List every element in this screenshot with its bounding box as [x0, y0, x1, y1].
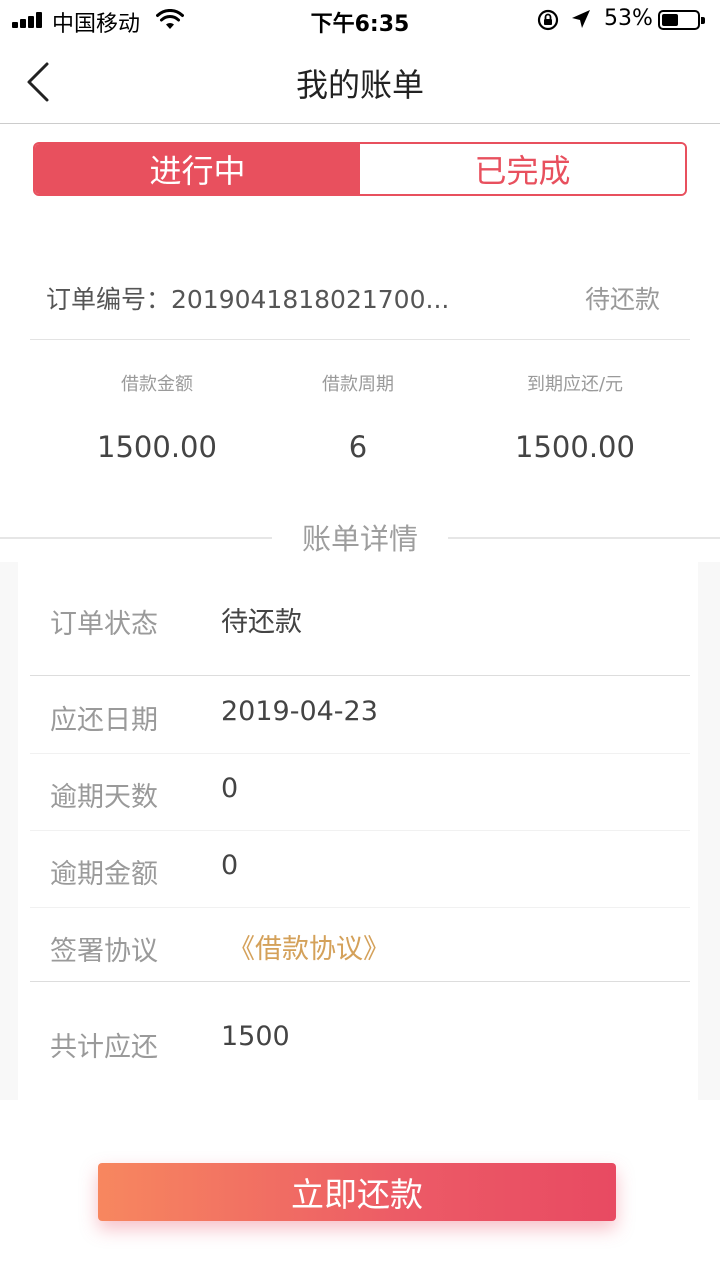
divider	[30, 830, 690, 831]
detail-section-header: 账单详情	[0, 514, 720, 560]
stat-value: 6	[348, 430, 368, 464]
repay-now-button[interactable]: 立即还款	[98, 1163, 616, 1221]
detail-key: 逾期天数	[50, 782, 158, 813]
bill-detail-list: 订单状态 待还款 应还日期 2019-04-23 逾期天数 0 逾期金额 0 签…	[18, 562, 698, 1100]
divider	[30, 753, 690, 754]
order-header: 订单编号：2019041818021700... 待还款	[30, 262, 690, 340]
order-status-badge: 待还款	[584, 285, 660, 314]
divider	[30, 675, 690, 676]
detail-value: 1500	[221, 1021, 290, 1052]
loan-agreement-link[interactable]: 《借款协议》	[228, 927, 390, 966]
stat-due-amount: 到期应还/元 1500.00	[455, 370, 695, 464]
stat-label: 借款周期	[322, 374, 394, 395]
bill-status-tabs: 进行中 已完成	[33, 142, 687, 196]
stat-value: 1500.00	[515, 430, 635, 464]
detail-value: 0	[221, 850, 239, 881]
detail-section-title: 账单详情	[301, 522, 418, 556]
loan-summary: 借款金额 1500.00 借款周期 6 到期应还/元 1500.00	[0, 370, 720, 470]
detail-key: 订单状态	[50, 609, 158, 640]
detail-value: 2019-04-23	[221, 696, 378, 727]
order-number: 订单编号：2019041818021700...	[46, 285, 450, 314]
nav-bar: 我的账单	[0, 40, 720, 124]
battery-level-fill	[662, 14, 679, 26]
battery-icon	[658, 10, 705, 30]
tab-in-progress[interactable]: 进行中	[35, 144, 360, 194]
detail-key: 签署协议	[50, 936, 158, 967]
divider	[30, 981, 690, 982]
bill-detail-panel: 订单状态 待还款 应还日期 2019-04-23 逾期天数 0 逾期金额 0 签…	[0, 562, 720, 1100]
detail-value: 0	[221, 773, 239, 804]
status-bar: 中国移动 下午6:35 53%	[0, 0, 720, 40]
divider	[30, 907, 690, 908]
page-title: 我的账单	[295, 66, 424, 104]
detail-key: 逾期金额	[50, 859, 158, 890]
tab-completed[interactable]: 已完成	[360, 144, 685, 194]
rotation-lock-icon	[537, 9, 559, 31]
detail-value: 待还款	[221, 607, 302, 638]
detail-key: 共计应还	[50, 1032, 158, 1063]
stat-label: 到期应还/元	[526, 374, 624, 395]
stat-loan-period: 借款周期 6	[238, 370, 478, 464]
battery-percentage: 53%	[604, 6, 653, 31]
detail-key: 应还日期	[50, 705, 158, 736]
location-arrow-icon	[572, 10, 590, 28]
